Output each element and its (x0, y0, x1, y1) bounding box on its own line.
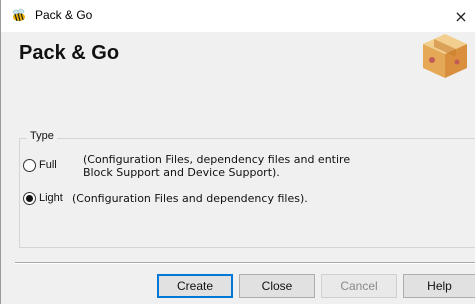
window-title: Pack & Go (35, 8, 93, 22)
light-radio[interactable] (23, 192, 36, 205)
help-button[interactable]: Help (403, 274, 475, 298)
title-bar: Pack & Go × (1, 0, 475, 32)
button-separator (15, 262, 475, 264)
light-radio-label[interactable]: Light (39, 192, 63, 204)
header-title: Pack & Go (19, 42, 120, 64)
full-description-line1: (Configuration Files, dependency files a… (83, 153, 351, 166)
package-box-icon (423, 34, 467, 78)
create-button[interactable]: Create (157, 274, 233, 298)
cancel-button[interactable]: Cancel (321, 274, 397, 298)
light-description: (Configuration Files and dependency file… (72, 192, 308, 205)
type-group-legend: Type (27, 130, 57, 142)
close-window-button[interactable]: × (446, 0, 475, 32)
full-radio[interactable] (23, 159, 36, 172)
full-description-line2: Block Support and Device Support). (83, 166, 280, 179)
bee-app-icon (12, 9, 25, 22)
close-icon: × (454, 6, 468, 26)
pack-and-go-dialog: Pack & Go × Pack & Go Type Full (Configu… (0, 0, 475, 304)
close-button[interactable]: Close (239, 274, 315, 298)
full-radio-label[interactable]: Full (39, 159, 57, 171)
